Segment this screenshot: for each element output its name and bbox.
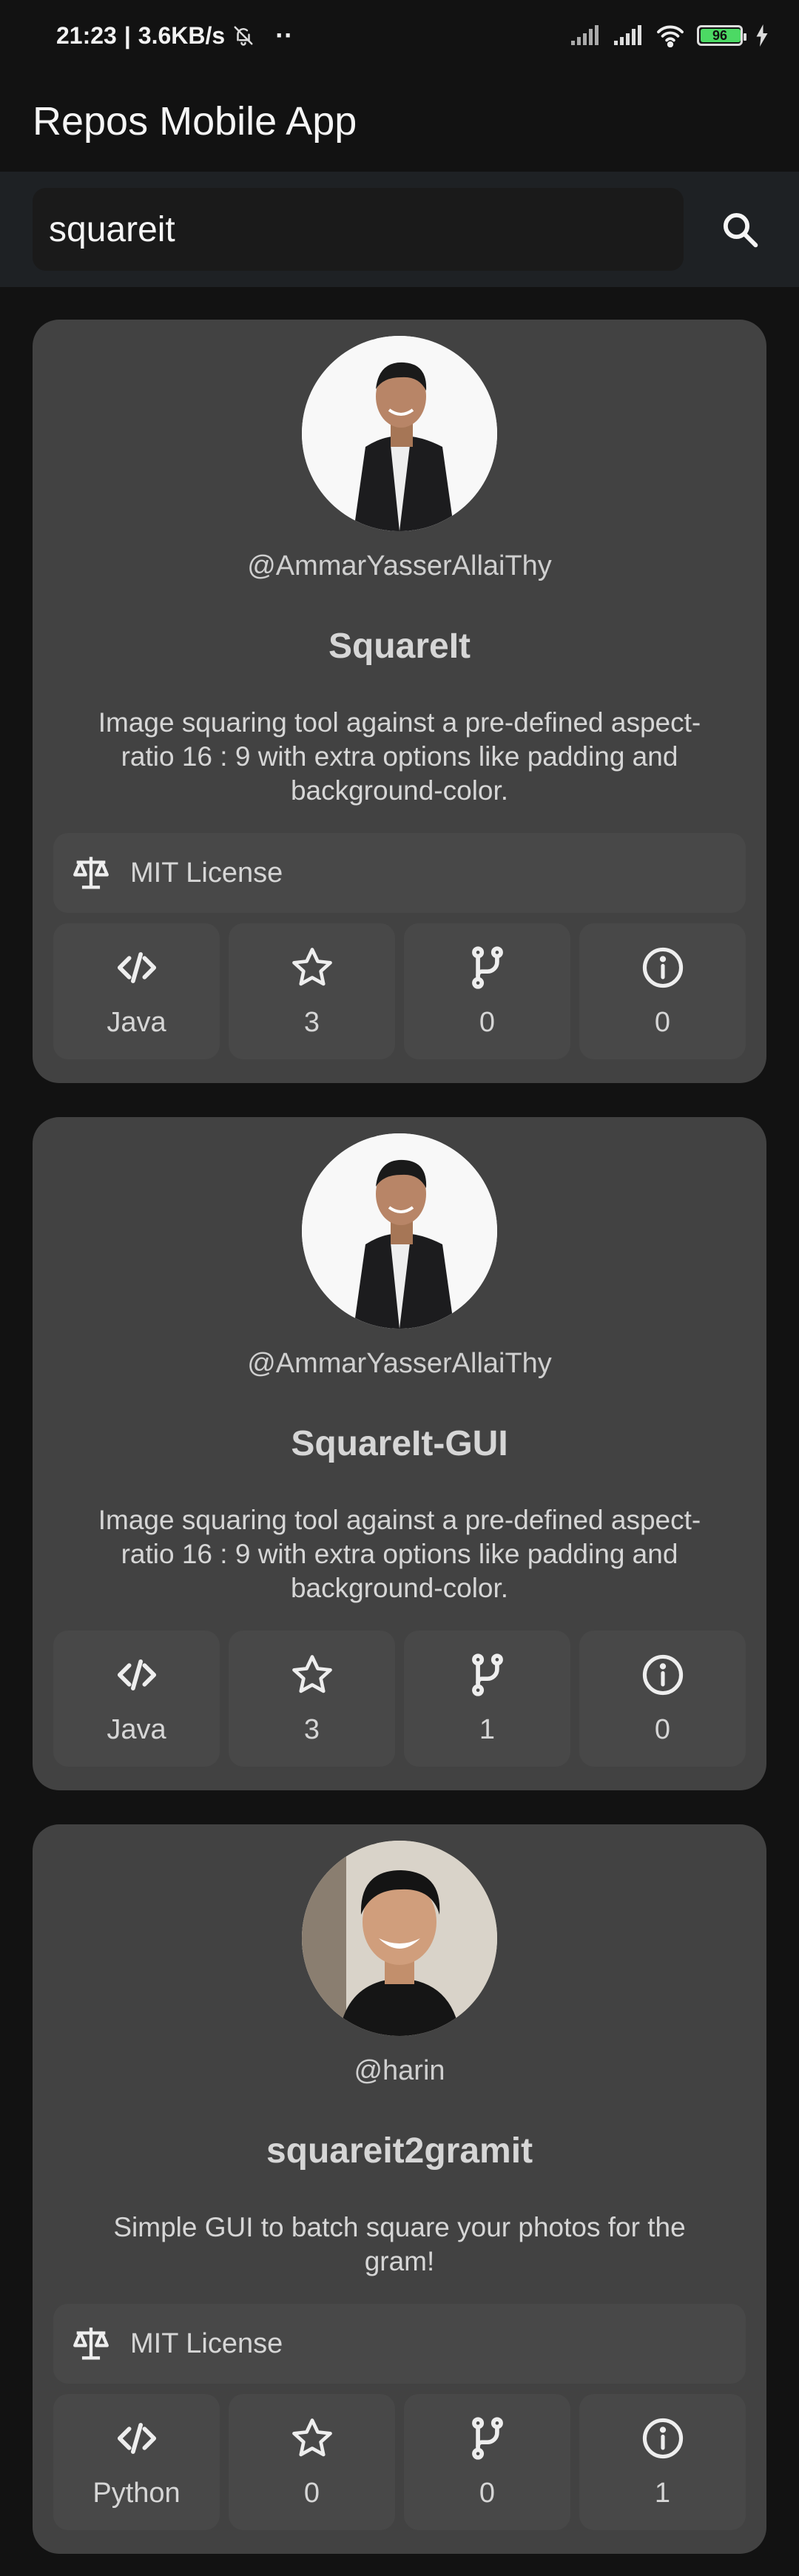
stars-value: 3 <box>303 1006 320 1038</box>
forks-value: 0 <box>479 1006 496 1038</box>
forks-value: 0 <box>479 2477 496 2509</box>
language-value: Java <box>107 1006 166 1038</box>
stats-row: Java 3 0 0 <box>53 923 746 1059</box>
search-input[interactable] <box>33 188 684 271</box>
stars-value: 3 <box>303 1713 320 1745</box>
stat-stars: 3 <box>229 1631 395 1767</box>
repo-description: Image squaring tool against a pre-define… <box>98 1505 701 1603</box>
avatar <box>302 1841 497 2036</box>
fork-icon <box>465 945 510 991</box>
fork-icon <box>465 2415 510 2461</box>
repo-description: Image squaring tool against a pre-define… <box>98 707 701 806</box>
repo-owner[interactable]: @harin <box>33 2055 766 2087</box>
stat-language: Java <box>53 1631 220 1767</box>
repo-card[interactable]: @AmmarYasserAllaiThy SquareIt Image squa… <box>33 320 766 1083</box>
repo-name[interactable]: squareit2gramit <box>33 2131 766 2171</box>
stat-stars: 3 <box>229 923 395 1059</box>
wifi-icon <box>655 24 685 47</box>
stat-language: Java <box>53 923 220 1059</box>
license-label: MIT License <box>130 857 283 889</box>
info-icon <box>640 1652 686 1698</box>
stat-issues: 1 <box>579 2394 746 2530</box>
star-icon <box>289 945 335 991</box>
stats-row: Java 3 1 0 <box>53 1631 746 1767</box>
issues-value: 0 <box>654 1713 671 1745</box>
search-icon <box>720 209 760 249</box>
stat-issues: 0 <box>579 923 746 1059</box>
repo-card[interactable]: @AmmarYasserAllaiThy SquareIt-GUI Image … <box>33 1117 766 1790</box>
repo-name[interactable]: SquareIt-GUI <box>33 1423 766 1464</box>
repo-owner[interactable]: @AmmarYasserAllaiThy <box>33 1348 766 1380</box>
status-left: 21:23 | 3.6KB/s ·· <box>56 20 293 51</box>
search-button[interactable] <box>703 194 777 265</box>
repo-owner[interactable]: @AmmarYasserAllaiThy <box>33 550 766 582</box>
scale-icon <box>70 2322 112 2365</box>
avatar <box>302 1133 497 1329</box>
avatar <box>302 336 497 531</box>
app-title: Repos Mobile App <box>33 99 357 144</box>
license-row: MIT License <box>53 833 746 913</box>
signal-icon <box>613 24 644 47</box>
battery-level: 96 <box>712 27 728 43</box>
fork-icon <box>465 1652 510 1698</box>
issues-value: 0 <box>654 1006 671 1038</box>
signal-icon <box>570 24 601 47</box>
info-icon <box>640 945 686 991</box>
license-row: MIT License <box>53 2304 746 2384</box>
repo-name[interactable]: SquareIt <box>33 626 766 667</box>
scale-icon <box>70 852 112 894</box>
status-right: 96 <box>570 24 769 47</box>
stat-forks: 1 <box>404 1631 570 1767</box>
star-icon <box>289 2415 335 2461</box>
status-time: 21:23 <box>56 21 117 49</box>
stats-row: Python 0 0 1 <box>53 2394 746 2530</box>
search-bar <box>0 172 799 287</box>
app-bar: Repos Mobile App <box>0 71 799 172</box>
stat-issues: 0 <box>579 1631 746 1767</box>
language-value: Python <box>92 2477 181 2509</box>
status-bar: 21:23 | 3.6KB/s ·· 96 <box>0 0 799 71</box>
stat-forks: 0 <box>404 2394 570 2530</box>
battery-icon: 96 <box>697 25 746 46</box>
code-icon <box>114 2415 160 2461</box>
language-value: Java <box>107 1713 166 1745</box>
bell-off-icon <box>232 24 254 47</box>
stat-stars: 0 <box>229 2394 395 2530</box>
forks-value: 1 <box>479 1713 496 1745</box>
status-dots: ·· <box>275 20 294 50</box>
stat-language: Python <box>53 2394 220 2530</box>
info-icon <box>640 2415 686 2461</box>
stars-value: 0 <box>303 2477 320 2509</box>
stat-forks: 0 <box>404 923 570 1059</box>
status-divider: | <box>124 21 131 49</box>
code-icon <box>114 945 160 991</box>
code-icon <box>114 1652 160 1698</box>
status-speed: 3.6KB/s <box>138 21 226 49</box>
repo-card[interactable]: @harin squareit2gramit Simple GUI to bat… <box>33 1824 766 2554</box>
star-icon <box>289 1652 335 1698</box>
repo-description: Simple GUI to batch square your photos f… <box>113 2212 686 2276</box>
issues-value: 1 <box>654 2477 671 2509</box>
license-label: MIT License <box>130 2327 283 2359</box>
charging-icon <box>755 24 769 47</box>
